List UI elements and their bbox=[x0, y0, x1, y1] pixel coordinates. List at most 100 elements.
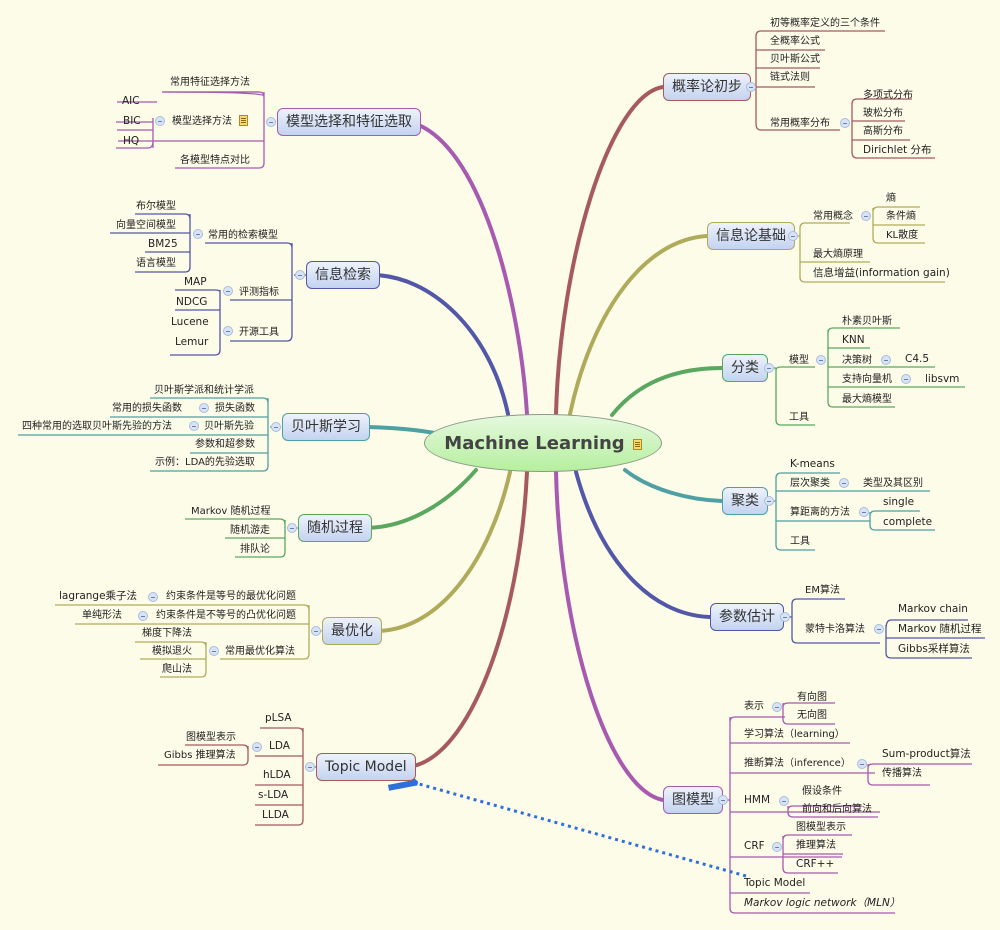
collapse-button[interactable] bbox=[746, 82, 756, 92]
collapse-button[interactable] bbox=[209, 646, 219, 656]
collapse-button[interactable] bbox=[305, 762, 315, 772]
collapse-button[interactable] bbox=[287, 523, 297, 533]
node[interactable]: 常用的损失函数 bbox=[112, 402, 182, 415]
node[interactable]: 熵 bbox=[886, 192, 896, 205]
node[interactable]: 模拟退火 bbox=[152, 645, 192, 658]
node[interactable]: Gibbs采样算法 bbox=[898, 643, 970, 656]
collapse-button[interactable] bbox=[266, 117, 276, 127]
node[interactable]: hLDA bbox=[263, 769, 291, 782]
collapse-button[interactable] bbox=[859, 507, 869, 517]
node[interactable]: NDCG bbox=[176, 296, 207, 309]
node[interactable]: 推断算法（inference） bbox=[744, 757, 851, 770]
node[interactable]: 蒙特卡洛算法 bbox=[805, 623, 865, 636]
collapse-button[interactable] bbox=[252, 742, 262, 752]
node[interactable]: 开源工具 bbox=[239, 326, 279, 339]
node[interactable]: 向量空间模型 bbox=[116, 219, 176, 232]
node[interactable]: 工具 bbox=[789, 411, 809, 424]
node[interactable]: 工具 bbox=[790, 535, 810, 548]
note-icon[interactable] bbox=[239, 115, 248, 126]
node[interactable]: BM25 bbox=[148, 238, 178, 251]
collapse-button[interactable] bbox=[816, 355, 826, 365]
node[interactable]: 排队论 bbox=[240, 543, 270, 556]
node[interactable]: 贝叶斯先验 bbox=[204, 420, 254, 433]
collapse-button[interactable] bbox=[223, 286, 233, 296]
node[interactable]: 全概率公式 bbox=[770, 35, 820, 48]
topic-info-theory[interactable]: 信息论基础 bbox=[707, 222, 795, 250]
node[interactable]: LDA bbox=[269, 740, 290, 753]
collapse-button[interactable] bbox=[772, 842, 782, 852]
collapse-button[interactable] bbox=[840, 118, 850, 128]
collapse-button[interactable] bbox=[138, 611, 148, 621]
node[interactable]: Lucene bbox=[171, 316, 209, 329]
node[interactable]: 常用最优化算法 bbox=[225, 645, 295, 658]
node[interactable]: 参数和超参数 bbox=[195, 438, 255, 451]
node[interactable]: complete bbox=[883, 516, 932, 529]
collapse-button[interactable] bbox=[718, 795, 728, 805]
topic-probability[interactable]: 概率论初步 bbox=[663, 73, 751, 101]
node[interactable]: 常用概念 bbox=[813, 210, 853, 223]
node[interactable]: 约束条件是等号的最优化问题 bbox=[166, 590, 296, 603]
topic-topic-model[interactable]: Topic Model bbox=[316, 753, 416, 781]
node[interactable]: 表示 bbox=[744, 700, 764, 713]
node[interactable]: 图模型表示 bbox=[796, 821, 846, 834]
node[interactable]: HQ bbox=[123, 135, 139, 148]
collapse-button[interactable] bbox=[779, 796, 789, 806]
node[interactable]: 类型及其区别 bbox=[863, 477, 923, 490]
node[interactable]: CRF bbox=[744, 840, 765, 853]
node[interactable]: 有向图 bbox=[797, 691, 827, 704]
node[interactable]: pLSA bbox=[265, 712, 292, 725]
node[interactable]: 爬山法 bbox=[162, 663, 192, 676]
node[interactable]: Lemur bbox=[175, 336, 208, 349]
node[interactable]: C4.5 bbox=[905, 353, 929, 366]
topic-model-selection[interactable]: 模型选择和特征选取 bbox=[277, 108, 421, 136]
node[interactable]: 学习算法（learning） bbox=[744, 728, 845, 741]
note-icon[interactable] bbox=[632, 438, 642, 450]
node[interactable]: 约束条件是不等号的凸优化问题 bbox=[156, 609, 296, 622]
node[interactable]: 梯度下降法 bbox=[142, 627, 192, 640]
collapse-button[interactable] bbox=[780, 612, 790, 622]
node[interactable]: 示例：LDA的先验选取 bbox=[155, 456, 255, 469]
collapse-button[interactable] bbox=[901, 374, 911, 384]
collapse-button[interactable] bbox=[295, 270, 305, 280]
collapse-button[interactable] bbox=[271, 422, 281, 432]
node[interactable]: Dirichlet 分布 bbox=[863, 144, 932, 157]
node[interactable]: 随机游走 bbox=[230, 524, 270, 537]
node[interactable]: MAP bbox=[184, 276, 207, 289]
topic-param-estimation[interactable]: 参数估计 bbox=[710, 603, 784, 631]
collapse-button[interactable] bbox=[874, 624, 884, 634]
node[interactable]: Markov 随机过程 bbox=[898, 623, 982, 636]
topic-classification[interactable]: 分类 bbox=[722, 354, 768, 382]
node[interactable]: Markov chain bbox=[898, 603, 968, 616]
node[interactable]: 玻松分布 bbox=[863, 107, 903, 120]
collapse-button[interactable] bbox=[772, 702, 782, 712]
topic-bayes[interactable]: 贝叶斯学习 bbox=[282, 413, 370, 441]
node[interactable]: 布尔模型 bbox=[136, 200, 176, 213]
collapse-button[interactable] bbox=[764, 496, 774, 506]
topic-stochastic[interactable]: 随机过程 bbox=[298, 514, 372, 542]
node[interactable]: libsvm bbox=[925, 373, 959, 386]
collapse-button[interactable] bbox=[861, 211, 871, 221]
node[interactable]: 四种常用的选取贝叶斯先验的方法 bbox=[22, 420, 172, 433]
node[interactable]: 多项式分布 bbox=[863, 89, 913, 102]
node[interactable]: 条件熵 bbox=[886, 210, 916, 223]
node[interactable]: Sum-product算法 bbox=[882, 748, 971, 761]
node[interactable]: 最大熵模型 bbox=[842, 393, 892, 406]
node[interactable]: 支持向量机 bbox=[842, 373, 892, 386]
collapse-button[interactable] bbox=[223, 326, 233, 336]
node[interactable]: 高斯分布 bbox=[863, 125, 903, 138]
node[interactable]: 传播算法 bbox=[882, 767, 922, 780]
collapse-button[interactable] bbox=[839, 478, 849, 488]
node[interactable]: K-means bbox=[790, 458, 835, 471]
node[interactable]: 单纯形法 bbox=[82, 609, 122, 622]
node[interactable]: 无向图 bbox=[797, 709, 827, 722]
collapse-button[interactable] bbox=[764, 363, 774, 373]
collapse-button[interactable] bbox=[788, 231, 798, 241]
node[interactable]: 语言模型 bbox=[136, 257, 176, 270]
node[interactable]: 损失函数 bbox=[215, 402, 255, 415]
topic-clustering[interactable]: 聚类 bbox=[722, 487, 768, 515]
node[interactable]: 算距离的方法 bbox=[790, 506, 850, 519]
node[interactable]: 前向和后向算法 bbox=[802, 803, 872, 816]
node[interactable]: 贝叶斯学派和统计学派 bbox=[154, 384, 254, 397]
node[interactable]: 贝叶斯公式 bbox=[770, 53, 820, 66]
node[interactable]: lagrange乘子法 bbox=[59, 590, 137, 603]
